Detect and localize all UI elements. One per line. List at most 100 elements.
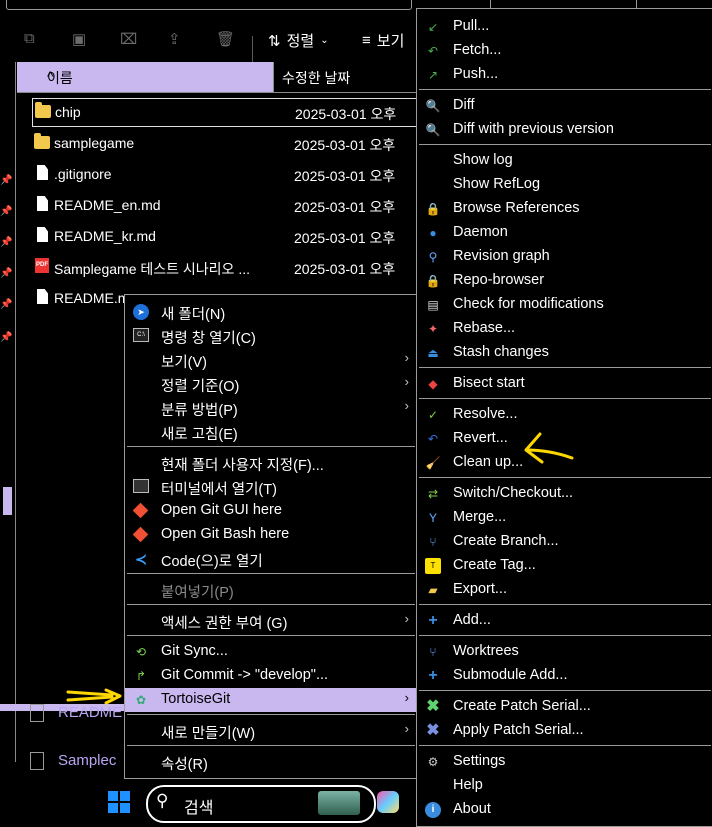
menu-item-open-cmd[interactable]: C:\ 명령 창 열기(C) xyxy=(125,324,417,348)
chevron-right-icon: › xyxy=(404,374,409,389)
rename-icon[interactable]: ⌧ xyxy=(120,30,137,48)
copilot-icon[interactable] xyxy=(377,791,399,813)
file-name: Samplegame 테스트 시나리오 ... xyxy=(54,261,250,277)
menu-item-open-code[interactable]: ≺ Code(으)로 열기 xyxy=(125,547,417,571)
menu-item-submodule-add[interactable]: + Submodule Add... xyxy=(417,664,712,688)
menu-item-repo-browser[interactable]: 🔒 Repo-browser xyxy=(417,269,712,293)
sort-ascending-icon: ^ xyxy=(47,68,54,84)
menu-item-git-gui[interactable]: Open Git GUI here xyxy=(125,499,417,523)
file-row-readme-en[interactable]: README_en.md 2025-03-01 오후 xyxy=(32,192,420,219)
menu-item-apply-patch-serial[interactable]: ✖ Apply Patch Serial... xyxy=(417,719,712,743)
menu-separator xyxy=(419,398,711,399)
menu-item-stash-changes[interactable]: ⏏ Stash changes xyxy=(417,341,712,365)
background-file-name[interactable]: Samplec xyxy=(58,752,116,769)
menu-separator xyxy=(127,635,415,636)
column-modified[interactable]: 수정한 날짜 xyxy=(273,62,421,92)
menu-item-view[interactable]: 보기(V) › xyxy=(125,348,417,372)
menu-item-create-tag[interactable]: T Create Tag... xyxy=(417,554,712,578)
menu-item-merge[interactable]: Y Merge... xyxy=(417,506,712,530)
worktrees-icon: ⑂ xyxy=(429,645,437,659)
file-row-chip[interactable]: chip 2025-03-01 오후 xyxy=(32,98,422,127)
menu-item-create-patch-serial[interactable]: ✖ Create Patch Serial... xyxy=(417,695,712,719)
menu-item-git-commit[interactable]: ↱ Git Commit -> "develop"... xyxy=(125,664,417,688)
terminal-icon xyxy=(133,479,149,493)
menu-item-rebase[interactable]: ✦ Rebase... xyxy=(417,317,712,341)
file-row-test-scenario-pdf[interactable]: PDF Samplegame 테스트 시나리오 ... 2025-03-01 오… xyxy=(32,254,420,281)
view-label: 보기 xyxy=(376,33,405,50)
menu-item-about[interactable]: i About xyxy=(417,798,712,822)
menu-item-check-modifications[interactable]: ▤ Check for modifications xyxy=(417,293,712,317)
file-icon xyxy=(30,752,44,770)
bisect-icon: ◆ xyxy=(428,377,438,391)
menu-separator xyxy=(419,690,711,691)
menu-item-switch-checkout[interactable]: ⇄ Switch/Checkout... xyxy=(417,482,712,506)
delete-icon[interactable]: 🗑 xyxy=(216,30,235,48)
menu-item-refresh[interactable]: 새로 고침(E) xyxy=(125,420,417,444)
menu-item-push[interactable]: ↗ Push... xyxy=(417,63,712,87)
view-icon: ≡ xyxy=(362,32,371,49)
push-icon: ↗ xyxy=(427,68,439,82)
menu-item-open-terminal[interactable]: 터미널에서 열기(T) xyxy=(125,475,417,499)
references-icon: 🔒 xyxy=(425,202,441,216)
file-row-readme-kr[interactable]: README_kr.md 2025-03-01 오후 xyxy=(32,223,420,250)
menu-item-customize-folder[interactable]: 현재 폴더 사용자 지정(F)... xyxy=(125,451,417,475)
menu-item-fetch[interactable]: ↶ Fetch... xyxy=(417,39,712,63)
menu-item-add[interactable]: + Add... xyxy=(417,609,712,633)
file-row-samplegame[interactable]: samplegame 2025-03-01 오후 xyxy=(32,130,420,157)
apply-patch-icon: ✖ xyxy=(426,722,440,739)
menu-item-worktrees[interactable]: ⑂ Worktrees xyxy=(417,640,712,664)
taskbar: ⚲ 검색 xyxy=(0,780,420,825)
menu-item-show-log[interactable]: Show log xyxy=(417,149,712,173)
command-bar: ⧉ ▣ ⌧ ⇪ 🗑 ⇅ 정렬 ⌄ ≡ 보기 xyxy=(0,12,420,62)
share-icon[interactable]: ⇪ xyxy=(168,30,181,48)
view-button[interactable]: ≡ 보기 xyxy=(362,30,404,51)
menu-item-show-reflog[interactable]: Show RefLog xyxy=(417,173,712,197)
file-icon xyxy=(30,704,44,722)
file-icon xyxy=(37,196,48,211)
column-modified-label: 수정한 날짜 xyxy=(282,70,351,86)
menu-item-diff-previous[interactable]: 🔍 Diff with previous version xyxy=(417,118,712,142)
menu-item-help[interactable]: Help xyxy=(417,774,712,798)
menu-item-daemon[interactable]: ● Daemon xyxy=(417,221,712,245)
create-patch-icon: ✖ xyxy=(426,698,440,715)
file-date: 2025-03-01 오후 xyxy=(294,137,396,153)
menu-item-sort-by[interactable]: 정렬 기준(O) › xyxy=(125,372,417,396)
taskbar-search[interactable]: ⚲ 검색 xyxy=(146,785,376,823)
menu-item-tortoisegit[interactable]: ✿ TortoiseGit › xyxy=(125,688,417,712)
column-name[interactable]: 이름 ^ xyxy=(17,62,273,92)
menu-item-diff[interactable]: 🔍 Diff xyxy=(417,94,712,118)
menu-item-export[interactable]: ▰ Export... xyxy=(417,578,712,602)
menu-item-give-access[interactable]: 액세스 권한 부여 (G) › xyxy=(125,609,417,633)
sort-button[interactable]: ⇅ 정렬 ⌄ xyxy=(268,30,329,51)
menu-item-revision-graph[interactable]: ⚲ Revision graph xyxy=(417,245,712,269)
menu-separator xyxy=(419,635,711,636)
menu-item-git-sync[interactable]: ⟲ Git Sync... xyxy=(125,640,417,664)
git-sync-icon: ⟲ xyxy=(135,645,147,659)
file-row-gitignore[interactable]: .gitignore 2025-03-01 오후 xyxy=(32,161,420,188)
menu-item-bisect-start[interactable]: ◆ Bisect start xyxy=(417,372,712,396)
menu-item-pull[interactable]: ↙ Pull... xyxy=(417,15,712,39)
address-bar[interactable] xyxy=(6,0,412,10)
menu-item-create-branch[interactable]: ⑂ Create Branch... xyxy=(417,530,712,554)
copy-icon[interactable]: ⧉ xyxy=(24,30,35,47)
file-name: chip xyxy=(55,104,81,120)
windows-start-icon[interactable] xyxy=(108,791,130,813)
paste-icon[interactable]: ▣ xyxy=(72,30,86,48)
menu-item-git-bash[interactable]: Open Git Bash here xyxy=(125,523,417,547)
menu-item-new[interactable]: 새로 만들기(W) › xyxy=(125,719,417,743)
navigation-pane[interactable]: 📌 📌 📌 📌 📌 📌 xyxy=(0,62,16,762)
menu-separator xyxy=(127,573,415,574)
chevron-right-icon: › xyxy=(404,690,409,705)
menu-item-group-by[interactable]: 분류 방법(P) › xyxy=(125,396,417,420)
menu-separator xyxy=(419,477,711,478)
menu-item-properties[interactable]: 속성(R) xyxy=(125,750,417,774)
menu-item-settings[interactable]: ⚙ Settings xyxy=(417,750,712,774)
menu-item-browse-references[interactable]: 🔒 Browse References xyxy=(417,197,712,221)
file-name: .gitignore xyxy=(54,166,112,182)
menu-item-new-folder[interactable]: ➤ 새 폴더(N) xyxy=(125,300,417,324)
search-highlight-image xyxy=(318,791,360,815)
pull-icon: ↙ xyxy=(427,20,439,34)
menu-separator xyxy=(419,89,711,90)
switch-icon: ⇄ xyxy=(427,487,439,501)
menu-item-resolve[interactable]: ✓ Resolve... xyxy=(417,403,712,427)
